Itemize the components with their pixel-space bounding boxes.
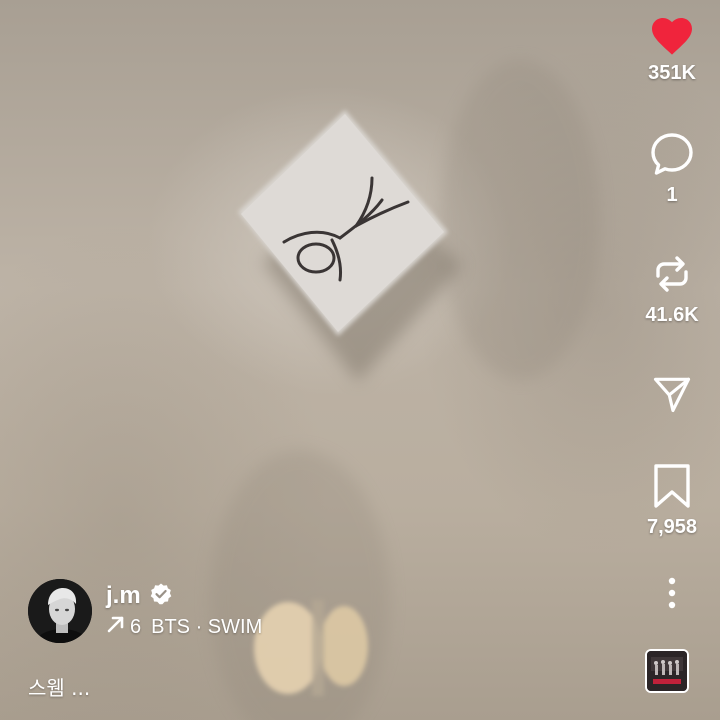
verified-icon: [149, 582, 173, 611]
heart-icon: [647, 12, 697, 56]
comment-button[interactable]: 1: [624, 130, 720, 207]
music-count: 6: [130, 615, 142, 638]
creator-info: j.m 6 BTS · SWIM: [28, 578, 262, 644]
comment-icon: [648, 130, 696, 178]
like-button[interactable]: 351K: [624, 12, 720, 85]
repost-count: 41.6K: [645, 304, 699, 326]
more-icon: [666, 576, 678, 610]
action-rail: 351K 1 41.6K 7,958: [624, 0, 720, 720]
music-title: BTS · SWIM: [151, 615, 263, 638]
bookmark-icon: [650, 462, 694, 510]
share-button[interactable]: [624, 372, 720, 416]
repost-icon: [648, 250, 696, 298]
repost-button[interactable]: 41.6K: [624, 250, 720, 327]
username[interactable]: j.m: [106, 582, 141, 610]
like-count: 351K: [648, 62, 696, 84]
music-info[interactable]: 6 BTS · SWIM: [106, 612, 262, 642]
light-reflection: [254, 600, 368, 696]
share-icon: [650, 372, 694, 416]
video-caption[interactable]: 스웸 ...: [28, 672, 90, 701]
more-options-button[interactable]: [624, 576, 720, 610]
comment-count: 1: [666, 184, 678, 206]
music-cover-thumbnail[interactable]: [645, 649, 689, 693]
bookmark-count: 7,958: [646, 516, 698, 538]
avatar[interactable]: [28, 579, 92, 643]
bookmark-button[interactable]: 7,958: [624, 462, 720, 539]
video-screen[interactable]: 351K 1 41.6K 7,958 j.m 6 BTS · SWIM 스웸 .…: [0, 0, 720, 720]
trend-arrow-icon: [106, 614, 126, 640]
